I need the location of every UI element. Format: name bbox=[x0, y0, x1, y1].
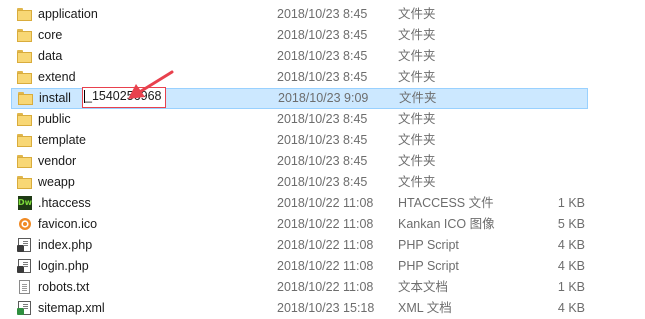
file-size: 1 KB bbox=[557, 280, 585, 294]
file-size: 5 KB bbox=[557, 217, 585, 231]
file-name: extend bbox=[38, 70, 76, 84]
file-type: XML 文档 bbox=[398, 301, 452, 315]
file-type: 文本文档 bbox=[398, 280, 449, 294]
php-file-icon bbox=[17, 238, 33, 253]
file-row-favicon[interactable]: favicon.ico 2018/10/22 11:08 Kankan ICO … bbox=[0, 214, 645, 235]
file-date: 2018/10/23 9:09 bbox=[278, 91, 369, 105]
file-name: template bbox=[38, 133, 86, 147]
file-name: weapp bbox=[38, 175, 75, 189]
file-name: favicon.ico bbox=[38, 217, 98, 231]
file-row-sitemap-xml[interactable]: sitemap.xml 2018/10/23 15:18 XML 文档 4 KB bbox=[0, 298, 645, 319]
file-date: 2018/10/23 8:45 bbox=[277, 28, 368, 42]
file-row-extend[interactable]: extend 2018/10/23 8:45 文件夹 bbox=[0, 67, 645, 88]
file-row-application[interactable]: application 2018/10/23 8:45 文件夹 bbox=[0, 4, 645, 25]
file-date: 2018/10/23 8:45 bbox=[277, 49, 368, 63]
file-name: robots.txt bbox=[38, 280, 90, 294]
file-date: 2018/10/22 11:08 bbox=[277, 217, 374, 231]
file-date: 2018/10/22 11:08 bbox=[277, 238, 374, 252]
folder-icon bbox=[18, 91, 34, 106]
file-row-index-php[interactable]: index.php 2018/10/22 11:08 PHP Script 4 … bbox=[0, 235, 645, 256]
file-row-template[interactable]: template 2018/10/23 8:45 文件夹 bbox=[0, 130, 645, 151]
file-type: PHP Script bbox=[398, 238, 459, 252]
file-name: public bbox=[38, 112, 71, 126]
file-name: .htaccess bbox=[38, 196, 91, 210]
file-size: 4 KB bbox=[557, 259, 585, 273]
file-type: PHP Script bbox=[398, 259, 459, 273]
file-list: application 2018/10/23 8:45 文件夹 core 201… bbox=[0, 4, 645, 319]
file-type: Kankan ICO 图像 bbox=[398, 217, 495, 231]
file-date: 2018/10/22 11:08 bbox=[277, 196, 374, 210]
file-type: 文件夹 bbox=[398, 154, 436, 168]
file-date: 2018/10/23 8:45 bbox=[277, 133, 368, 147]
file-size: 4 KB bbox=[557, 238, 585, 252]
folder-icon bbox=[17, 7, 33, 22]
file-date: 2018/10/23 8:45 bbox=[277, 70, 368, 84]
folder-icon bbox=[17, 28, 33, 43]
folder-icon bbox=[17, 49, 33, 64]
file-row-login-php[interactable]: login.php 2018/10/22 11:08 PHP Script 4 … bbox=[0, 256, 645, 277]
xml-file-icon bbox=[17, 301, 33, 316]
folder-icon bbox=[17, 70, 33, 85]
file-row-public[interactable]: public 2018/10/23 8:45 文件夹 bbox=[0, 109, 645, 130]
file-date: 2018/10/23 15:18 bbox=[277, 301, 375, 315]
file-name: core bbox=[38, 28, 63, 42]
folder-icon bbox=[17, 175, 33, 190]
file-date: 2018/10/23 8:45 bbox=[277, 154, 368, 168]
file-row-robots-txt[interactable]: robots.txt 2018/10/22 11:08 文本文档 1 KB bbox=[0, 277, 645, 298]
rename-input[interactable]: _1540256968 bbox=[82, 87, 167, 108]
file-name: login.php bbox=[38, 259, 89, 273]
file-type: 文件夹 bbox=[398, 175, 436, 189]
file-row-weapp[interactable]: weapp 2018/10/23 8:45 文件夹 bbox=[0, 172, 645, 193]
file-type: 文件夹 bbox=[398, 70, 436, 84]
php-file-icon bbox=[17, 259, 33, 274]
file-name: data bbox=[38, 49, 63, 63]
file-name-prefix: install bbox=[39, 91, 71, 105]
text-file-icon bbox=[17, 280, 33, 295]
file-row-data[interactable]: data 2018/10/23 8:45 文件夹 bbox=[0, 46, 645, 67]
file-type: 文件夹 bbox=[398, 28, 436, 42]
folder-icon bbox=[17, 112, 33, 127]
file-name: sitemap.xml bbox=[38, 301, 105, 315]
file-date: 2018/10/23 8:45 bbox=[277, 7, 368, 21]
file-size: 4 KB bbox=[557, 301, 585, 315]
file-type: 文件夹 bbox=[398, 7, 436, 21]
file-type: 文件夹 bbox=[398, 49, 436, 63]
file-row-htaccess[interactable]: Dw .htaccess 2018/10/22 11:08 HTACCESS 文… bbox=[0, 193, 645, 214]
file-date: 2018/10/22 11:08 bbox=[277, 259, 374, 273]
file-date: 2018/10/23 8:45 bbox=[277, 175, 368, 189]
file-row-vendor[interactable]: vendor 2018/10/23 8:45 文件夹 bbox=[0, 151, 645, 172]
file-type: 文件夹 bbox=[398, 112, 436, 126]
file-date: 2018/10/23 8:45 bbox=[277, 112, 368, 126]
file-row-install-selected[interactable]: install _1540256968 2018/10/23 9:09 文件夹 bbox=[11, 87, 588, 109]
rename-input-text: _1540256968 bbox=[85, 89, 162, 103]
folder-icon bbox=[17, 133, 33, 148]
file-name: index.php bbox=[38, 238, 93, 252]
file-date: 2018/10/22 11:08 bbox=[277, 280, 374, 294]
kankan-ico-icon bbox=[17, 217, 33, 232]
file-name: application bbox=[38, 7, 98, 21]
file-name: vendor bbox=[38, 154, 77, 168]
file-type: 文件夹 bbox=[399, 91, 437, 105]
dreamweaver-icon: Dw bbox=[17, 196, 33, 211]
file-size: 1 KB bbox=[557, 196, 585, 210]
folder-icon bbox=[17, 154, 33, 169]
file-type: HTACCESS 文件 bbox=[398, 196, 494, 210]
file-type: 文件夹 bbox=[398, 133, 436, 147]
file-row-core[interactable]: core 2018/10/23 8:45 文件夹 bbox=[0, 25, 645, 46]
